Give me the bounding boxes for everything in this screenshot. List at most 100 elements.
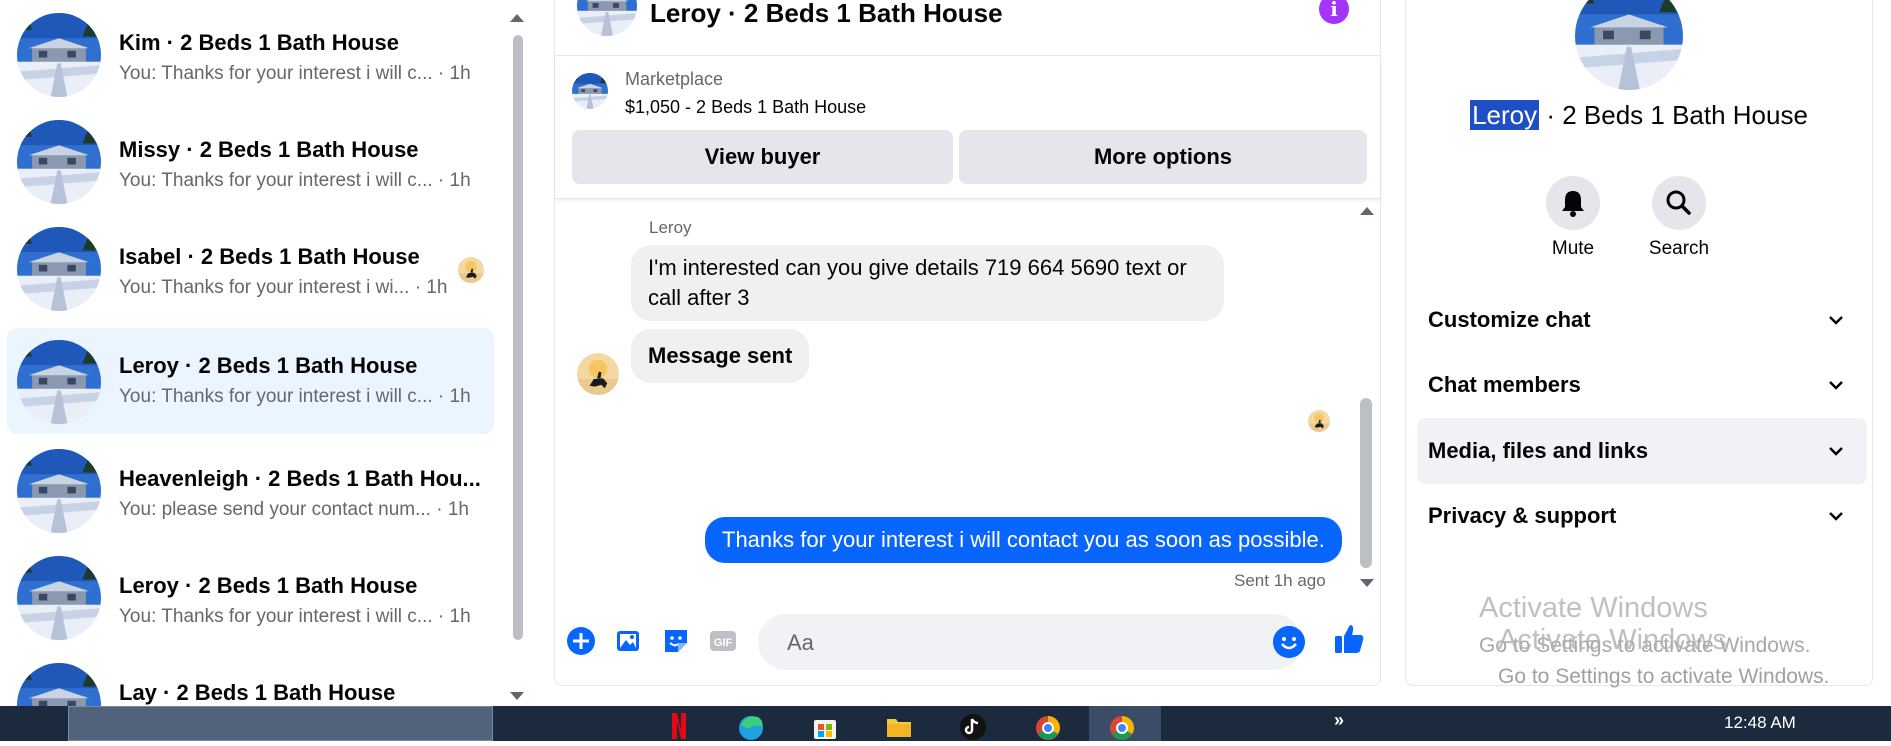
sent-status: Sent 1h ago	[1234, 571, 1326, 590]
chat-list-item[interactable]: Leroy · 2 Beds 1 Bath House You: Thanks …	[7, 543, 494, 649]
svg-text:GIF: GIF	[714, 637, 733, 649]
chevron-down-icon	[1829, 447, 1843, 456]
chat-members-section[interactable]: Chat members	[1417, 352, 1867, 418]
chat-title: Leroy · 2 Beds 1 Bath House	[119, 353, 418, 378]
chat-list-item-active[interactable]: Leroy · 2 Beds 1 Bath House You: Thanks …	[7, 328, 494, 434]
outgoing-message-bubble[interactable]: Thanks for your interest i will contact …	[705, 517, 1342, 563]
chat-list-item[interactable]: Heavenleigh · 2 Beds 1 Bath Hou... You: …	[7, 436, 494, 542]
avatar	[17, 13, 101, 97]
chevron-down-icon	[1829, 316, 1843, 325]
sender-avatar[interactable]	[577, 353, 619, 395]
chat-title: Kim · 2 Beds 1 Bath House	[119, 30, 399, 55]
taskbar-search-box[interactable]	[68, 706, 493, 741]
chat-list-item[interactable]: Isabel · 2 Beds 1 Bath House You: Thanks…	[7, 214, 494, 320]
avatar	[17, 556, 101, 640]
mute-label: Mute	[1551, 238, 1595, 259]
chat-list-item[interactable]: Kim · 2 Beds 1 Bath House You: Thanks fo…	[7, 0, 494, 106]
scrollbar-thumb[interactable]	[1360, 398, 1372, 568]
message-thread: Leroy I'm interested can you give detail…	[555, 200, 1380, 600]
chrome-icon[interactable]	[1033, 711, 1063, 741]
privacy-support-section[interactable]: Privacy & support	[1417, 483, 1867, 549]
gif-icon[interactable]: GIF	[708, 626, 738, 656]
chevron-down-icon	[1829, 381, 1843, 390]
sender-name: Leroy	[649, 218, 692, 237]
incoming-message-bubble[interactable]: I'm interested can you give details 719 …	[631, 245, 1224, 321]
scroll-up-arrow[interactable]	[1360, 207, 1374, 215]
media-files-links-section[interactable]: Media, files and links	[1417, 418, 1867, 484]
photo-icon[interactable]	[614, 626, 644, 656]
chat-preview: You: please send your contact num... · 1…	[119, 499, 469, 520]
taskbar-clock[interactable]: 12:48 AM	[1724, 713, 1796, 733]
thumbs-up-icon[interactable]	[1332, 622, 1366, 656]
plus-circle-icon[interactable]	[566, 626, 596, 656]
tiktok-icon[interactable]	[958, 711, 988, 741]
windows-taskbar: » 12:48 AM	[0, 706, 1891, 741]
marketplace-label: Marketplace	[625, 69, 724, 89]
edge-browser-icon[interactable]	[736, 711, 766, 741]
chrome-icon[interactable]	[1107, 711, 1137, 741]
chat-title: Leroy · 2 Beds 1 Bath House	[119, 573, 418, 598]
chat-list: Kim · 2 Beds 1 Bath House You: Thanks fo…	[0, 0, 526, 706]
chat-title: Missy · 2 Beds 1 Bath House	[119, 137, 419, 162]
activate-windows-watermark: Activate Windows	[1479, 592, 1708, 624]
bell-icon	[1562, 191, 1584, 217]
chat-title: Heavenleigh · 2 Beds 1 Bath Hou...	[119, 466, 481, 491]
chat-title: Lay · 2 Beds 1 Bath House	[119, 680, 396, 705]
chat-preview: You: Thanks for your interest i will c..…	[119, 170, 471, 191]
activate-windows-watermark: Activate Windows	[1498, 624, 1727, 656]
store-icon[interactable]	[810, 711, 840, 741]
chat-details-panel: Leroy · 2 Beds 1 Bath House Mute Search …	[1405, 0, 1873, 686]
chat-preview: You: Thanks for your interest i wi... · …	[119, 277, 448, 298]
search-button[interactable]	[1652, 176, 1706, 230]
chat-list-item[interactable]: Missy · 2 Beds 1 Bath House You: Thanks …	[7, 107, 494, 213]
message-input[interactable]: Aa	[758, 614, 1305, 670]
conversation-panel: Leroy · 2 Beds 1 Bath House i Marketplac…	[554, 0, 1381, 686]
customize-chat-section[interactable]: Customize chat	[1417, 287, 1867, 353]
scrollbar-thumb[interactable]	[513, 35, 523, 640]
emoji-icon[interactable]	[1273, 626, 1305, 658]
chat-preview: You: Thanks for your interest i will c..…	[119, 63, 471, 84]
avatar	[17, 449, 101, 533]
marketplace-listing-card: Marketplace $1,050 - 2 Beds 1 Bath House…	[555, 57, 1380, 199]
listing-price-title[interactable]: $1,050 - 2 Beds 1 Bath House	[625, 97, 866, 118]
chat-preview: You: Thanks for your interest i will c..…	[119, 386, 471, 407]
section-label: Privacy & support	[1428, 503, 1617, 528]
avatar	[17, 340, 101, 424]
listing-thumbnail[interactable]	[572, 73, 608, 109]
read-receipt-avatar	[1308, 410, 1330, 432]
search-label: Search	[1648, 238, 1710, 259]
details-title-highlight: Leroy	[1470, 100, 1540, 130]
scroll-up-arrow[interactable]	[510, 14, 524, 22]
mute-button[interactable]	[1546, 176, 1600, 230]
section-label: Chat members	[1428, 372, 1581, 397]
section-label: Media, files and links	[1428, 438, 1649, 463]
seen-avatar	[458, 257, 484, 283]
conversation-header: Leroy · 2 Beds 1 Bath House i	[555, 0, 1380, 56]
more-options-button[interactable]: More options	[959, 130, 1367, 184]
chevron-down-icon	[1829, 512, 1843, 521]
section-label: Customize chat	[1428, 307, 1591, 332]
view-buyer-button[interactable]: View buyer	[572, 130, 953, 184]
info-icon[interactable]: i	[1319, 0, 1349, 24]
avatar[interactable]	[577, 0, 637, 36]
sticker-icon[interactable]	[661, 626, 691, 656]
taskbar-overflow-icon[interactable]: »	[1334, 710, 1344, 731]
chat-list-item[interactable]: Lay · 2 Beds 1 Bath House	[7, 650, 494, 706]
netflix-icon[interactable]	[664, 711, 694, 741]
chat-title: Isabel · 2 Beds 1 Bath House	[119, 244, 420, 269]
scroll-down-arrow[interactable]	[510, 692, 524, 700]
avatar	[17, 227, 101, 311]
message-input-placeholder: Aa	[787, 630, 814, 655]
avatar	[17, 663, 101, 706]
avatar	[17, 120, 101, 204]
conversation-title[interactable]: Leroy · 2 Beds 1 Bath House	[650, 0, 1003, 29]
file-explorer-icon[interactable]	[884, 711, 914, 741]
activate-windows-subtext: Go to Settings to activate Windows.	[1498, 665, 1830, 688]
scroll-down-arrow[interactable]	[1360, 579, 1374, 587]
message-composer: GIF Aa	[555, 604, 1380, 680]
avatar[interactable]	[1575, 0, 1683, 90]
search-icon	[1666, 190, 1691, 215]
details-title-rest: · 2 Beds 1 Bath House	[1539, 100, 1808, 130]
details-title: Leroy · 2 Beds 1 Bath House	[1406, 100, 1872, 131]
incoming-status-bubble[interactable]: Message sent	[631, 329, 810, 383]
